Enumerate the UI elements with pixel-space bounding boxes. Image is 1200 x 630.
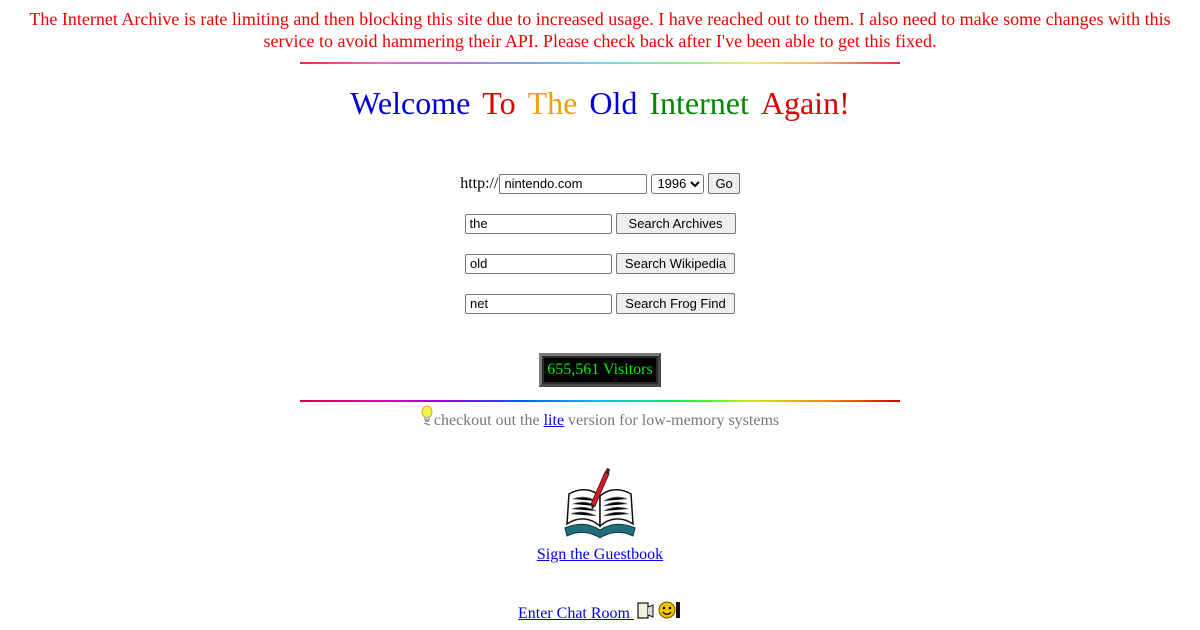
enter-chat-room-link[interactable]: Enter Chat Room xyxy=(518,605,634,622)
url-input[interactable] xyxy=(499,173,648,194)
lite-text-before: checkout out the xyxy=(433,412,544,429)
frogfind-search-form: Search Frog Find xyxy=(0,293,1200,314)
archives-search-input[interactable] xyxy=(464,213,612,234)
guestbook-section: Sign the Guestbook xyxy=(0,546,1200,564)
lite-version-note: checkout out the lite version for low-me… xyxy=(0,405,1200,432)
wikipedia-search-input[interactable] xyxy=(465,253,612,274)
go-button[interactable]: Go xyxy=(708,173,740,194)
rainbow-divider-bottom xyxy=(300,400,900,402)
welcome-word: To xyxy=(482,85,516,121)
chat-room-section: Enter Chat Room xyxy=(0,599,1200,626)
enter-chat-room-label: Enter Chat Room xyxy=(518,605,634,622)
welcome-word: The xyxy=(527,85,578,121)
wikipedia-search-form: Search Wikipedia xyxy=(0,253,1200,274)
rate-limit-notice: The Internet Archive is rate limiting an… xyxy=(29,9,1171,51)
url-form: http:// 1996 Go xyxy=(0,173,1200,194)
chat-smiley-phone-icon xyxy=(636,599,682,626)
frogfind-search-input[interactable] xyxy=(465,293,612,314)
welcome-word: Again! xyxy=(760,85,850,121)
welcome-heading: Welcome To The Old Internet Again! xyxy=(0,83,1200,123)
search-frogfind-button[interactable]: Search Frog Find xyxy=(616,293,735,314)
lightbulb-icon xyxy=(421,405,433,432)
lite-text-after: version for low-memory systems xyxy=(564,412,780,429)
sign-guestbook-link[interactable]: Sign the Guestbook xyxy=(537,546,663,563)
year-select[interactable]: 1996 xyxy=(651,173,705,194)
search-wikipedia-button[interactable]: Search Wikipedia xyxy=(616,253,735,274)
welcome-word: Old xyxy=(589,85,638,121)
welcome-word: Welcome xyxy=(350,85,471,121)
search-archives-button[interactable]: Search Archives xyxy=(615,213,736,234)
visitor-counter: 655,561 Visitors xyxy=(539,353,661,387)
open-book-with-pen-icon xyxy=(561,466,639,540)
archives-search-form: Search Archives xyxy=(0,213,1200,234)
rainbow-divider-top xyxy=(300,62,900,64)
welcome-word: Internet xyxy=(649,85,749,121)
url-prefix: http:// xyxy=(460,174,499,192)
lite-link[interactable]: lite xyxy=(544,412,564,429)
